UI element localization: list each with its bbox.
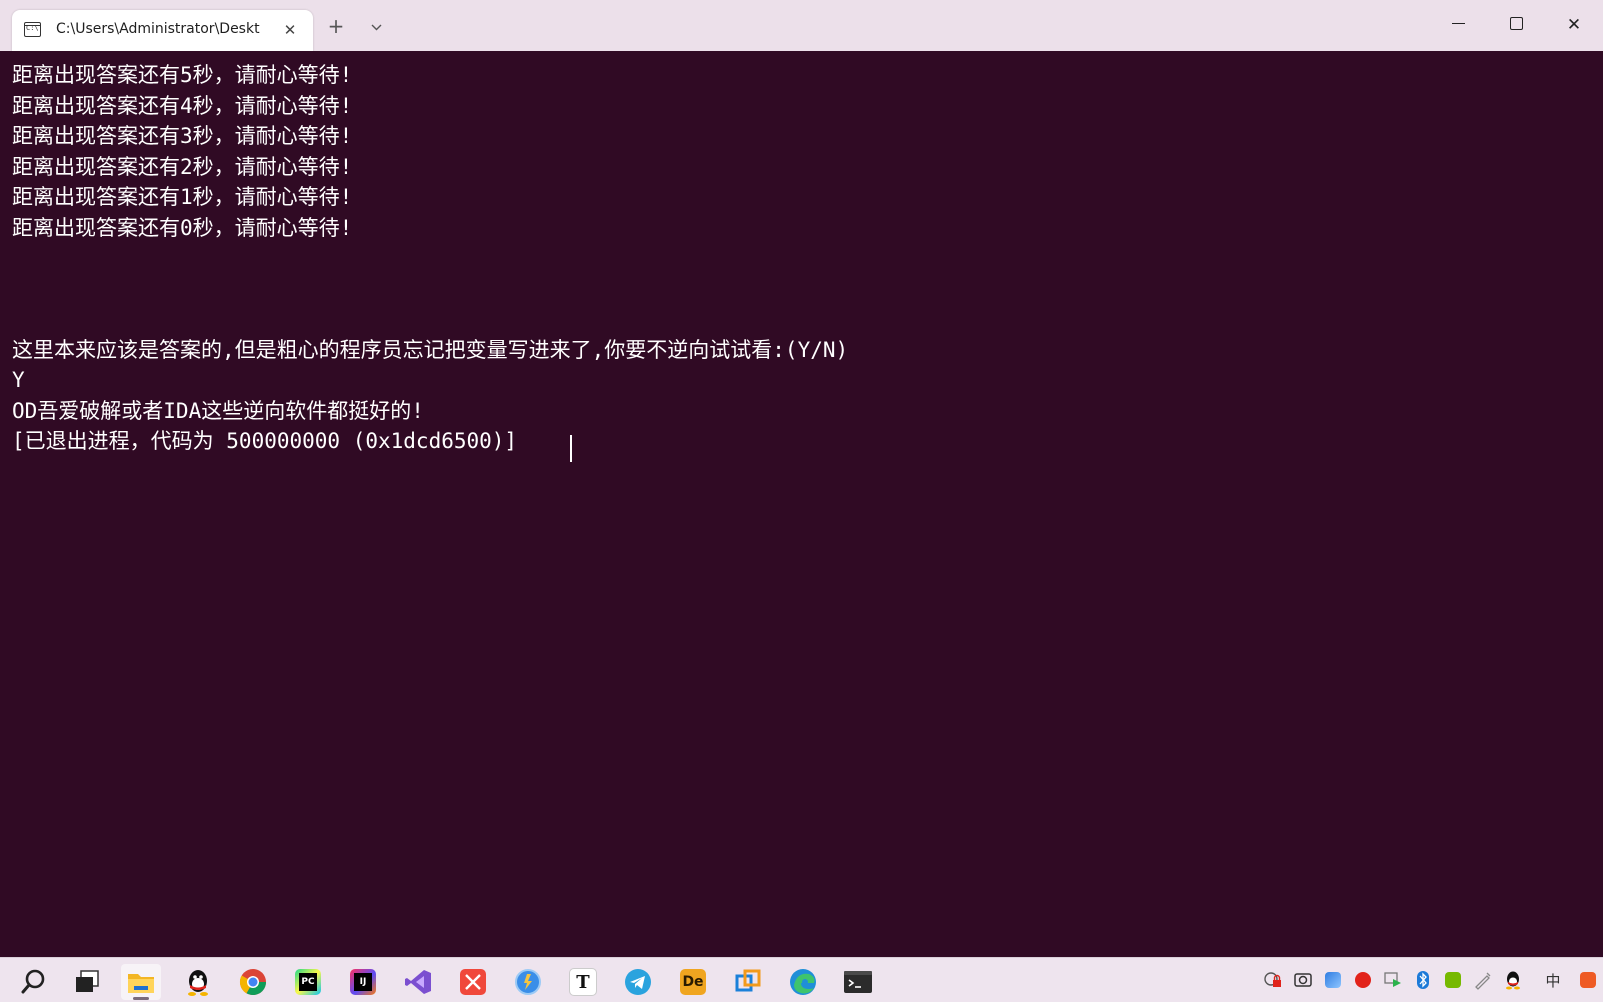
taskbar-file-explorer[interactable] xyxy=(121,964,161,1000)
close-icon: ✕ xyxy=(1566,15,1582,35)
taskbar-typora[interactable]: T xyxy=(563,964,603,1000)
bluetooth-icon xyxy=(1417,971,1429,989)
intellij-icon: IJ xyxy=(350,969,376,995)
taskbar-blue-app[interactable] xyxy=(508,964,548,1000)
tab-close-icon[interactable]: ✕ xyxy=(282,22,298,38)
title-bar: C:\ C:\Users\Administrator\Deskt ✕ + ✕ xyxy=(0,0,1603,51)
terminal-line: OD吾爱破解或者IDA这些逆向软件都挺好的! xyxy=(12,399,424,423)
minimize-icon xyxy=(1451,22,1465,25)
tray-ime[interactable]: 中 xyxy=(1543,970,1563,990)
terminal-output[interactable]: 距离出现答案还有5秒，请耐心等待! 距离出现答案还有4秒，请耐心等待! 距离出现… xyxy=(0,51,1603,957)
terminal-line: 距离出现答案还有5秒，请耐心等待! xyxy=(12,63,353,87)
qq-icon xyxy=(188,970,208,996)
taskbar-search[interactable] xyxy=(14,964,54,1000)
camera-icon xyxy=(1294,973,1312,987)
tray-qq[interactable] xyxy=(1503,970,1523,990)
qq-tray-icon xyxy=(1506,971,1520,990)
search-icon xyxy=(21,969,45,994)
taskbar-telegram[interactable] xyxy=(618,964,658,1000)
tray-camera[interactable] xyxy=(1293,970,1313,990)
terminal-line: 距离出现答案还有1秒，请耐心等待! xyxy=(12,185,353,209)
terminal-line: 距离出现答案还有2秒，请耐心等待! xyxy=(12,155,353,179)
visual-studio-icon xyxy=(405,970,431,994)
tab-terminal[interactable]: C:\ C:\Users\Administrator\Deskt ✕ xyxy=(12,10,313,51)
chrome-icon xyxy=(239,969,267,996)
new-tab-button[interactable]: + xyxy=(326,16,346,37)
taskbar-pycharm[interactable]: PC xyxy=(288,964,328,1000)
taskbar-intellij[interactable]: IJ xyxy=(343,964,383,1000)
audio-app-icon xyxy=(1355,972,1371,988)
taskbar: PC IJ T De 中 xyxy=(0,957,1603,1002)
terminal-line: 距离出现答案还有0秒，请耐心等待! xyxy=(12,216,353,240)
taskbar-xmind[interactable] xyxy=(453,964,493,1000)
image-app-icon xyxy=(1325,972,1341,988)
virtualbox-icon xyxy=(735,969,761,992)
ime-icon: 中 xyxy=(1545,971,1561,990)
terminal-icon xyxy=(844,971,872,993)
terminal-line: 距离出现答案还有3秒，请耐心等待! xyxy=(12,124,353,148)
command-prompt-icon: C:\ xyxy=(24,22,41,37)
pycharm-icon: PC xyxy=(295,969,321,995)
file-explorer-icon xyxy=(128,974,154,993)
text-cursor xyxy=(570,435,572,462)
pen-icon xyxy=(1475,972,1491,990)
telegram-icon xyxy=(625,969,651,995)
tray-bluetooth[interactable] xyxy=(1413,970,1433,990)
tray-media[interactable] xyxy=(1383,970,1403,990)
terminal-line: [已退出进程，代码为 500000000 (0x1dcd6500)] xyxy=(12,429,518,453)
tray-image-app[interactable] xyxy=(1323,970,1343,990)
media-icon xyxy=(1384,972,1401,987)
taskbar-task-view[interactable] xyxy=(67,964,107,1000)
taskbar-qq[interactable] xyxy=(178,964,218,1000)
tray-nvidia[interactable] xyxy=(1443,970,1463,990)
tray-overflow-app[interactable] xyxy=(1580,970,1603,990)
task-view-icon xyxy=(76,970,99,992)
terminal-line: 距离出现答案还有4秒，请耐心等待! xyxy=(12,94,353,118)
taskbar-visual-studio[interactable] xyxy=(398,964,438,1000)
security-lock-icon xyxy=(1264,972,1281,987)
tray-pen[interactable] xyxy=(1473,970,1493,990)
scrollbar[interactable] xyxy=(1592,51,1603,957)
taskbar-chrome[interactable] xyxy=(233,964,273,1000)
app-orange-icon xyxy=(1580,972,1596,988)
maximize-icon xyxy=(1509,17,1523,30)
tab-dropdown-icon[interactable] xyxy=(367,19,385,37)
tray-security[interactable] xyxy=(1263,970,1283,990)
nvidia-icon xyxy=(1445,972,1461,988)
terminal-line: 这里本来应该是答案的,但是粗心的程序员忘记把变量写进来了,你要不逆向试试看:(Y… xyxy=(12,338,849,362)
taskbar-edge[interactable] xyxy=(783,964,823,1000)
xmind-icon xyxy=(460,969,486,995)
minimize-button[interactable] xyxy=(1429,0,1487,51)
taskbar-virtualbox[interactable] xyxy=(728,964,768,1000)
davinci-icon: De xyxy=(680,969,706,995)
tray-audio-app[interactable] xyxy=(1353,970,1373,990)
close-window-button[interactable]: ✕ xyxy=(1545,0,1603,51)
taskbar-terminal[interactable] xyxy=(838,964,878,1000)
maximize-button[interactable] xyxy=(1487,0,1545,51)
typora-icon: T xyxy=(569,968,597,996)
terminal-line: Y xyxy=(12,368,25,392)
taskbar-de-app[interactable]: De xyxy=(673,964,713,1000)
edge-icon xyxy=(790,969,816,995)
app-blue-circle-icon xyxy=(515,969,541,995)
tab-title: C:\Users\Administrator\Deskt xyxy=(56,21,260,37)
